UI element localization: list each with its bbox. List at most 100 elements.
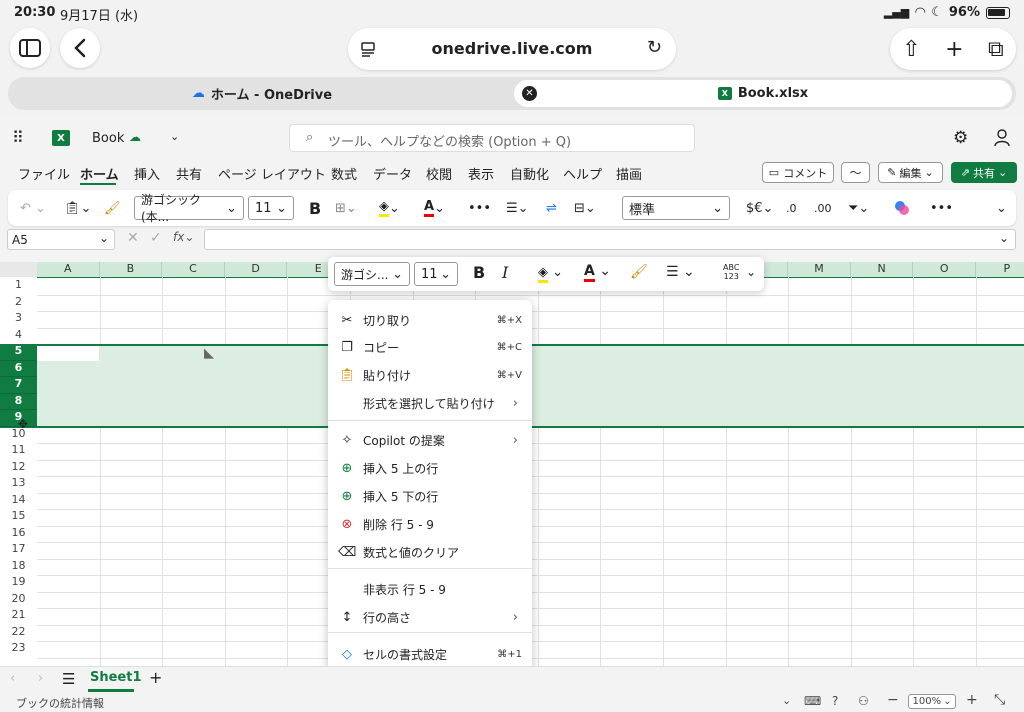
mini-number-chevron-icon[interactable]: ⌄ (746, 265, 756, 279)
zoom-select[interactable]: 100% ⌄ (908, 694, 956, 709)
tabs-overview-icon[interactable]: ⧉ (988, 37, 1004, 62)
menu-page-layout[interactable]: ページ レイアウト (218, 164, 326, 183)
wrap-text-icon[interactable]: ⇌ (546, 196, 557, 220)
row-header[interactable]: 19 (0, 575, 37, 592)
mini-font-color-icon[interactable]: A ⌄ (584, 263, 611, 282)
more-font-icon[interactable]: ••• (468, 196, 491, 220)
workbook-stats[interactable]: ブックの統計情報 (16, 695, 104, 711)
clipboard-icon[interactable]: 📋︎⌄ (64, 196, 91, 220)
namebox-chevron-icon[interactable]: ⌄ (99, 231, 109, 245)
catchup-button[interactable]: 〜 (841, 162, 870, 183)
row-header[interactable]: 14 (0, 493, 37, 510)
context-menu-item[interactable]: ◇ セルの書式設定 ⌘+1 (328, 641, 532, 667)
format-painter-icon[interactable]: 🖌︎ (104, 196, 121, 220)
menu-home[interactable]: ホーム (80, 164, 119, 183)
column-header[interactable]: A (37, 262, 100, 277)
context-menu-item[interactable]: ↕ 行の高さ › (328, 604, 532, 630)
column-header[interactable]: M (788, 262, 851, 277)
menu-review[interactable]: 校閲 (426, 164, 452, 183)
row-resize-handle-icon[interactable]: ✥ (18, 417, 28, 431)
doc-chevron-icon[interactable]: ⌄ (170, 130, 179, 143)
row-header[interactable]: 15 (0, 509, 37, 526)
row-header[interactable]: 4 (0, 328, 37, 345)
menu-insert[interactable]: 挿入 (134, 164, 160, 183)
number-format-select[interactable]: 標準 ⌄ (622, 196, 730, 220)
column-header[interactable]: P (976, 262, 1024, 277)
mini-number-format-icon[interactable]: ABC 123 (723, 263, 739, 281)
next-sheet-icon[interactable]: › (38, 671, 43, 686)
doc-name[interactable]: Book (92, 131, 124, 146)
row-header[interactable]: 6 (0, 360, 37, 377)
row-header[interactable]: 16 (0, 526, 37, 543)
menu-view[interactable]: 表示 (468, 164, 494, 183)
row-header[interactable]: 2 (0, 295, 37, 312)
back-button[interactable] (60, 28, 100, 68)
context-menu-item[interactable]: ⊗ 削除 行 5 - 9 (328, 511, 532, 537)
ribbon-expand-icon[interactable]: ⌄ (996, 196, 1007, 220)
settings-icon[interactable]: ⚙ (953, 128, 968, 148)
row-header[interactable]: 11 (0, 443, 37, 460)
more-ribbon-icon[interactable]: ••• (930, 196, 953, 220)
row-header[interactable]: 5 (0, 344, 37, 361)
row-header[interactable]: 8 (0, 393, 37, 410)
row-header[interactable]: 3 (0, 311, 37, 328)
formula-expand-icon[interactable]: ⌄ (999, 231, 1009, 245)
row-header[interactable]: 17 (0, 542, 37, 559)
context-menu-item[interactable]: ⊕ 挿入 5 上の行 (328, 455, 532, 481)
row-header[interactable]: 21 (0, 608, 37, 625)
active-cell[interactable] (37, 346, 99, 361)
context-menu-item[interactable]: ❐ コピー ⌘+C (328, 334, 532, 360)
borders-icon[interactable]: ⊞⌄ (335, 196, 357, 220)
share-icon[interactable]: ⇧ (902, 37, 920, 62)
context-menu-item[interactable]: ⊕ 挿入 5 下の行 (328, 483, 532, 509)
undo-icon[interactable]: ↶ ⌄ (20, 196, 46, 220)
zoom-in-button[interactable]: + (966, 692, 978, 708)
help-icon[interactable]: ? (832, 694, 838, 708)
keyboard-icon[interactable]: ⌨ (804, 694, 821, 708)
add-sheet-button[interactable]: + (149, 668, 162, 687)
accessibility-icon[interactable]: ⚇ (858, 694, 869, 708)
fullscreen-icon[interactable]: ⤡ (994, 692, 1005, 708)
context-menu-item[interactable]: 非表示 行 5 - 9 (328, 576, 532, 602)
row-header[interactable]: 12 (0, 460, 37, 477)
mini-fill-color-icon[interactable]: ◈ ⌄ (538, 265, 563, 283)
menu-automate[interactable]: 自動化 (510, 164, 549, 183)
row-header[interactable]: 18 (0, 559, 37, 576)
prev-sheet-icon[interactable]: ‹ (10, 671, 15, 686)
decrease-decimal-icon[interactable]: .00 (814, 196, 832, 220)
mini-format-painter-icon[interactable]: 🖌︎ (630, 264, 648, 280)
column-header[interactable]: N (850, 262, 914, 277)
column-header[interactable]: B (99, 262, 163, 277)
sidebar-toggle-button[interactable] (10, 28, 50, 68)
reload-icon[interactable]: ↻ (647, 37, 662, 58)
app-launcher-icon[interactable]: ⠿ (12, 128, 24, 147)
address-bar[interactable]: onedrive.live.com ↻ (348, 28, 676, 70)
close-tab-icon[interactable]: ✕ (522, 86, 537, 101)
fill-color-icon[interactable]: ◈ ⌄ (379, 196, 400, 220)
copilot-ribbon-icon[interactable] (894, 196, 910, 220)
menu-share[interactable]: 共有 (176, 164, 202, 183)
formula-input[interactable]: ⌄ (204, 229, 1016, 250)
row-header[interactable]: 7 (0, 377, 37, 394)
sort-filter-icon[interactable]: ⏷⌄ (848, 196, 869, 220)
new-tab-icon[interactable]: + (945, 37, 963, 62)
bold-icon[interactable]: B (309, 196, 321, 220)
context-menu-item[interactable]: 📋︎ 貼り付け ⌘+V (328, 362, 532, 388)
mini-italic-button[interactable]: I (502, 263, 508, 282)
merge-icon[interactable]: ⊟⌄ (574, 196, 596, 220)
name-box[interactable]: A5 ⌄ (7, 229, 115, 250)
zoom-out-button[interactable]: − (887, 692, 899, 708)
search-box[interactable]: ⌕ ツール、ヘルプなどの検索 (Option + Q) (289, 124, 695, 152)
align-icon[interactable]: ☰⌄ (506, 196, 529, 220)
font-select[interactable]: 游ゴシック (本... ⌄ (134, 193, 244, 224)
status-chevron-icon[interactable]: ⌄ (782, 694, 791, 707)
font-color-icon[interactable]: A ⌄ (424, 196, 445, 220)
font-size-select[interactable]: 11 ⌄ (248, 196, 294, 220)
mini-font-select[interactable]: 游ゴシ... ⌄ (334, 262, 410, 286)
tab-book[interactable]: ✕ X Book.xlsx (514, 80, 1012, 107)
row-header[interactable]: 22 (0, 625, 37, 642)
increase-decimal-icon[interactable]: .0 (786, 196, 797, 220)
share-button[interactable]: ⇗ 共有 ⌄ (951, 162, 1017, 183)
menu-file[interactable]: ファイル (18, 164, 70, 183)
context-menu-item[interactable]: ✧ Copilot の提案 › (328, 427, 532, 453)
